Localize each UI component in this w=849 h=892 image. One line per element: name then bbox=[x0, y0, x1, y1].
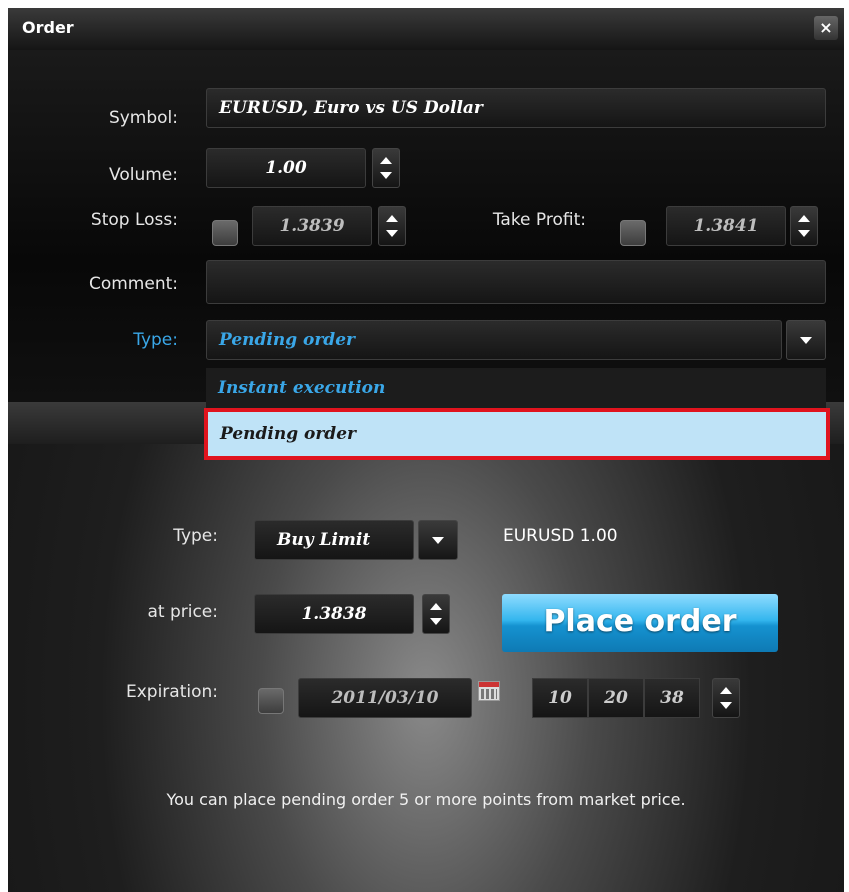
arrow-up-icon[interactable] bbox=[430, 603, 442, 610]
order-window: Order × Symbol: EURUSD, Euro vs US Dolla… bbox=[8, 8, 844, 892]
expiration-hour-field[interactable]: 10 bbox=[532, 678, 588, 718]
arrow-up-icon[interactable] bbox=[720, 687, 732, 694]
volume-stepper[interactable] bbox=[372, 148, 400, 188]
take-profit-field[interactable]: 1.3841 bbox=[666, 206, 786, 246]
chevron-down-icon[interactable] bbox=[432, 537, 444, 544]
arrow-down-icon[interactable] bbox=[430, 618, 442, 625]
symbol-field[interactable]: EURUSD, Euro vs US Dollar bbox=[206, 88, 826, 128]
price-stepper[interactable] bbox=[422, 594, 450, 634]
arrow-down-icon[interactable] bbox=[380, 172, 392, 179]
symbol-label: Symbol: bbox=[108, 108, 178, 128]
type-dropdown-button[interactable] bbox=[786, 320, 826, 360]
window-title: Order bbox=[22, 18, 74, 37]
pending-type-dropdown-button[interactable] bbox=[418, 520, 458, 560]
arrow-up-icon[interactable] bbox=[386, 215, 398, 222]
type-option-instant-execution[interactable]: Instant execution bbox=[206, 368, 826, 408]
calendar-icon[interactable] bbox=[478, 681, 500, 701]
stop-loss-field[interactable]: 1.3839 bbox=[252, 206, 372, 246]
comment-field[interactable] bbox=[206, 260, 826, 304]
stop-loss-checkbox[interactable] bbox=[212, 220, 238, 246]
arrow-down-icon[interactable] bbox=[386, 230, 398, 237]
type-label: Type: bbox=[133, 330, 178, 350]
volume-label: Volume: bbox=[109, 165, 178, 185]
take-profit-checkbox[interactable] bbox=[620, 220, 646, 246]
pending-type-select[interactable]: Buy Limit bbox=[254, 520, 414, 560]
type-option-pending-order[interactable]: Pending order bbox=[204, 408, 830, 460]
info-note: You can place pending order 5 or more po… bbox=[166, 790, 686, 809]
price-label: at price: bbox=[147, 602, 218, 622]
type-select[interactable]: Pending order bbox=[206, 320, 782, 360]
expiration-date-field[interactable]: 2011/03/10 bbox=[298, 678, 472, 718]
expiration-second-field[interactable]: 38 bbox=[644, 678, 700, 718]
stop-loss-label: Stop Loss: bbox=[90, 210, 178, 230]
arrow-up-icon[interactable] bbox=[798, 215, 810, 222]
place-order-button[interactable]: Place order bbox=[502, 594, 778, 652]
volume-field[interactable]: 1.00 bbox=[206, 148, 366, 188]
comment-label: Comment: bbox=[88, 274, 178, 294]
expiration-checkbox[interactable] bbox=[258, 688, 284, 714]
take-profit-stepper[interactable] bbox=[790, 206, 818, 246]
pending-type-label: Type: bbox=[173, 526, 218, 546]
price-field[interactable]: 1.3838 bbox=[254, 594, 414, 634]
take-profit-label: Take Profit: bbox=[492, 210, 586, 230]
title-bar: Order × bbox=[8, 8, 844, 51]
expiration-time-stepper[interactable] bbox=[712, 678, 740, 718]
expiration-label: Expiration: bbox=[125, 682, 218, 702]
arrow-up-icon[interactable] bbox=[380, 157, 392, 164]
expiration-minute-field[interactable]: 20 bbox=[588, 678, 644, 718]
close-icon[interactable]: × bbox=[814, 16, 838, 40]
chevron-down-icon[interactable] bbox=[800, 337, 812, 344]
order-summary: EURUSD 1.00 bbox=[503, 526, 618, 546]
arrow-down-icon[interactable] bbox=[798, 230, 810, 237]
stop-loss-stepper[interactable] bbox=[378, 206, 406, 246]
arrow-down-icon[interactable] bbox=[720, 702, 732, 709]
